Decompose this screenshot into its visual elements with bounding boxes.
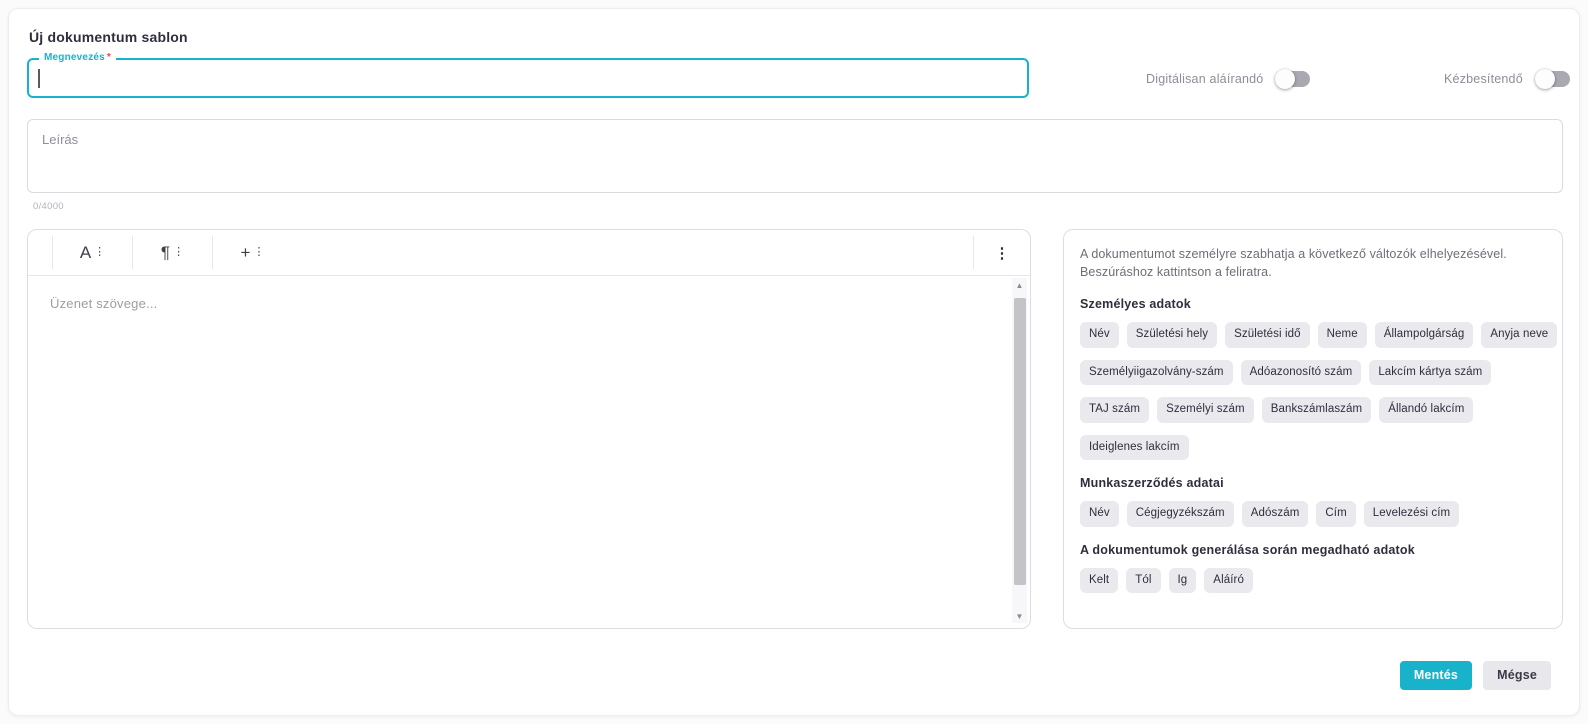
chip-row: TAJ szám Személyi szám Bankszámlaszám Állan…: [1080, 397, 1546, 423]
name-input[interactable]: [29, 60, 1027, 96]
chip-row: Név Születési hely Születési idő Neme Államp…: [1080, 322, 1546, 348]
scroll-up-arrow-icon[interactable]: ▲: [1012, 278, 1027, 292]
text-style-menu-button[interactable]: A⋮: [53, 230, 132, 275]
footer-actions: Mentés Mégse: [1400, 661, 1551, 690]
dropdown-dots-icon: ⋮: [173, 247, 184, 258]
editor-toolbar: A⋮ ¶⋮ +⋮ ⋮: [28, 230, 1030, 276]
deliverable-label: Kézbesítendő: [1444, 72, 1523, 86]
variable-chip[interactable]: Személyiigazolvány-szám: [1080, 360, 1233, 386]
variable-chip[interactable]: Anyja neve: [1481, 322, 1557, 348]
insert-plus-icon: +: [241, 244, 251, 261]
name-field-outline: Megnevezés*: [27, 58, 1029, 98]
message-editor: A⋮ ¶⋮ +⋮ ⋮ Üzenet szövege... ▲ ▼: [27, 229, 1031, 629]
deliverable-toggle-row: Kézbesítendő: [1444, 67, 1570, 91]
switch-knob: [1275, 69, 1295, 89]
variable-chip[interactable]: Ig: [1169, 568, 1197, 594]
variable-chip[interactable]: Kelt: [1080, 568, 1118, 594]
variable-chip[interactable]: Cím: [1316, 501, 1355, 527]
dropdown-dots-icon: ⋮: [94, 247, 105, 258]
variables-panel: A dokumentumot személyre szabhatja a köv…: [1063, 229, 1563, 629]
variable-chip[interactable]: Állampolgárság: [1375, 322, 1474, 348]
description-textarea[interactable]: [28, 120, 1562, 192]
variable-chip[interactable]: Ideiglenes lakcím: [1080, 435, 1189, 461]
variable-chip[interactable]: Állandó lakcím: [1379, 397, 1473, 423]
variables-intro-text: A dokumentumot személyre szabhatja a köv…: [1080, 245, 1546, 281]
digitally-signed-toggle-row: Digitálisan aláírandó: [1146, 67, 1310, 91]
variable-chip[interactable]: Születési hely: [1127, 322, 1217, 348]
variable-chip[interactable]: Tól: [1126, 568, 1160, 594]
paragraph-icon: ¶: [161, 244, 170, 261]
paragraph-menu-button[interactable]: ¶⋮: [133, 230, 212, 275]
required-asterisk: *: [107, 52, 111, 63]
chip-row: Név Cégjegyzékszám Adószám Cím Levelezési cí…: [1080, 501, 1546, 527]
section-heading: Munkaszerződés adatai: [1080, 476, 1546, 490]
scroll-down-arrow-icon[interactable]: ▼: [1012, 609, 1027, 623]
variable-chip[interactable]: TAJ szám: [1080, 397, 1149, 423]
digitally-signed-label: Digitálisan aláírandó: [1146, 72, 1263, 86]
toolbar-overflow-menu-button[interactable]: ⋮: [974, 230, 1030, 275]
section-heading: Személyes adatok: [1080, 297, 1546, 311]
variable-chip[interactable]: Aláíró: [1204, 568, 1253, 594]
text-caret: [38, 69, 40, 88]
page-title: Új dokumentum sablon: [29, 29, 188, 45]
variable-chip[interactable]: Levelezési cím: [1364, 501, 1459, 527]
editor-scrollbar[interactable]: ▲ ▼: [1012, 278, 1027, 623]
editor-placeholder: Üzenet szövege...: [50, 296, 157, 311]
digitally-signed-switch[interactable]: [1276, 71, 1310, 87]
new-document-template-card: Új dokumentum sablon Megnevezés* Digitál…: [8, 8, 1580, 716]
name-field-label-text: Megnevezés: [44, 52, 105, 63]
chip-row: Ideiglenes lakcím: [1080, 435, 1546, 461]
variable-chip[interactable]: Cégjegyzékszám: [1127, 501, 1234, 527]
text-style-icon: A: [80, 244, 91, 261]
variable-chip[interactable]: Születési idő: [1225, 322, 1310, 348]
cancel-button[interactable]: Mégse: [1483, 661, 1551, 690]
variable-chip[interactable]: Adóazonosító szám: [1241, 360, 1362, 386]
variable-chip[interactable]: Név: [1080, 501, 1119, 527]
chip-row: Személyiigazolvány-szám Adóazonosító szám…: [1080, 360, 1546, 386]
dropdown-dots-icon: ⋮: [253, 247, 264, 258]
deliverable-switch[interactable]: [1536, 71, 1570, 87]
save-button[interactable]: Mentés: [1400, 661, 1472, 690]
variable-chip[interactable]: Neme: [1318, 322, 1367, 348]
switch-knob: [1535, 69, 1555, 89]
insert-menu-button[interactable]: +⋮: [213, 230, 292, 275]
description-box: [27, 119, 1563, 193]
variable-chip[interactable]: Bankszámlaszám: [1262, 397, 1372, 423]
variable-chip[interactable]: Lakcím kártya szám: [1369, 360, 1491, 386]
chip-row: Kelt Tól Ig Aláíró: [1080, 568, 1546, 594]
description-char-counter: 0/4000: [33, 201, 64, 212]
variables-sections: Személyes adatok Név Születési hely Születé…: [1080, 297, 1546, 593]
variable-chip[interactable]: Adószám: [1242, 501, 1309, 527]
variable-chip[interactable]: Név: [1080, 322, 1119, 348]
name-field-label: Megnevezés*: [39, 52, 116, 63]
editor-content-area[interactable]: Üzenet szövege... ▲ ▼: [28, 276, 1030, 629]
kebab-menu-icon: ⋮: [995, 244, 1010, 262]
scrollbar-thumb[interactable]: [1014, 298, 1026, 585]
variable-chip[interactable]: Személyi szám: [1157, 397, 1254, 423]
section-heading: A dokumentumok generálása során megadhat…: [1080, 543, 1546, 557]
